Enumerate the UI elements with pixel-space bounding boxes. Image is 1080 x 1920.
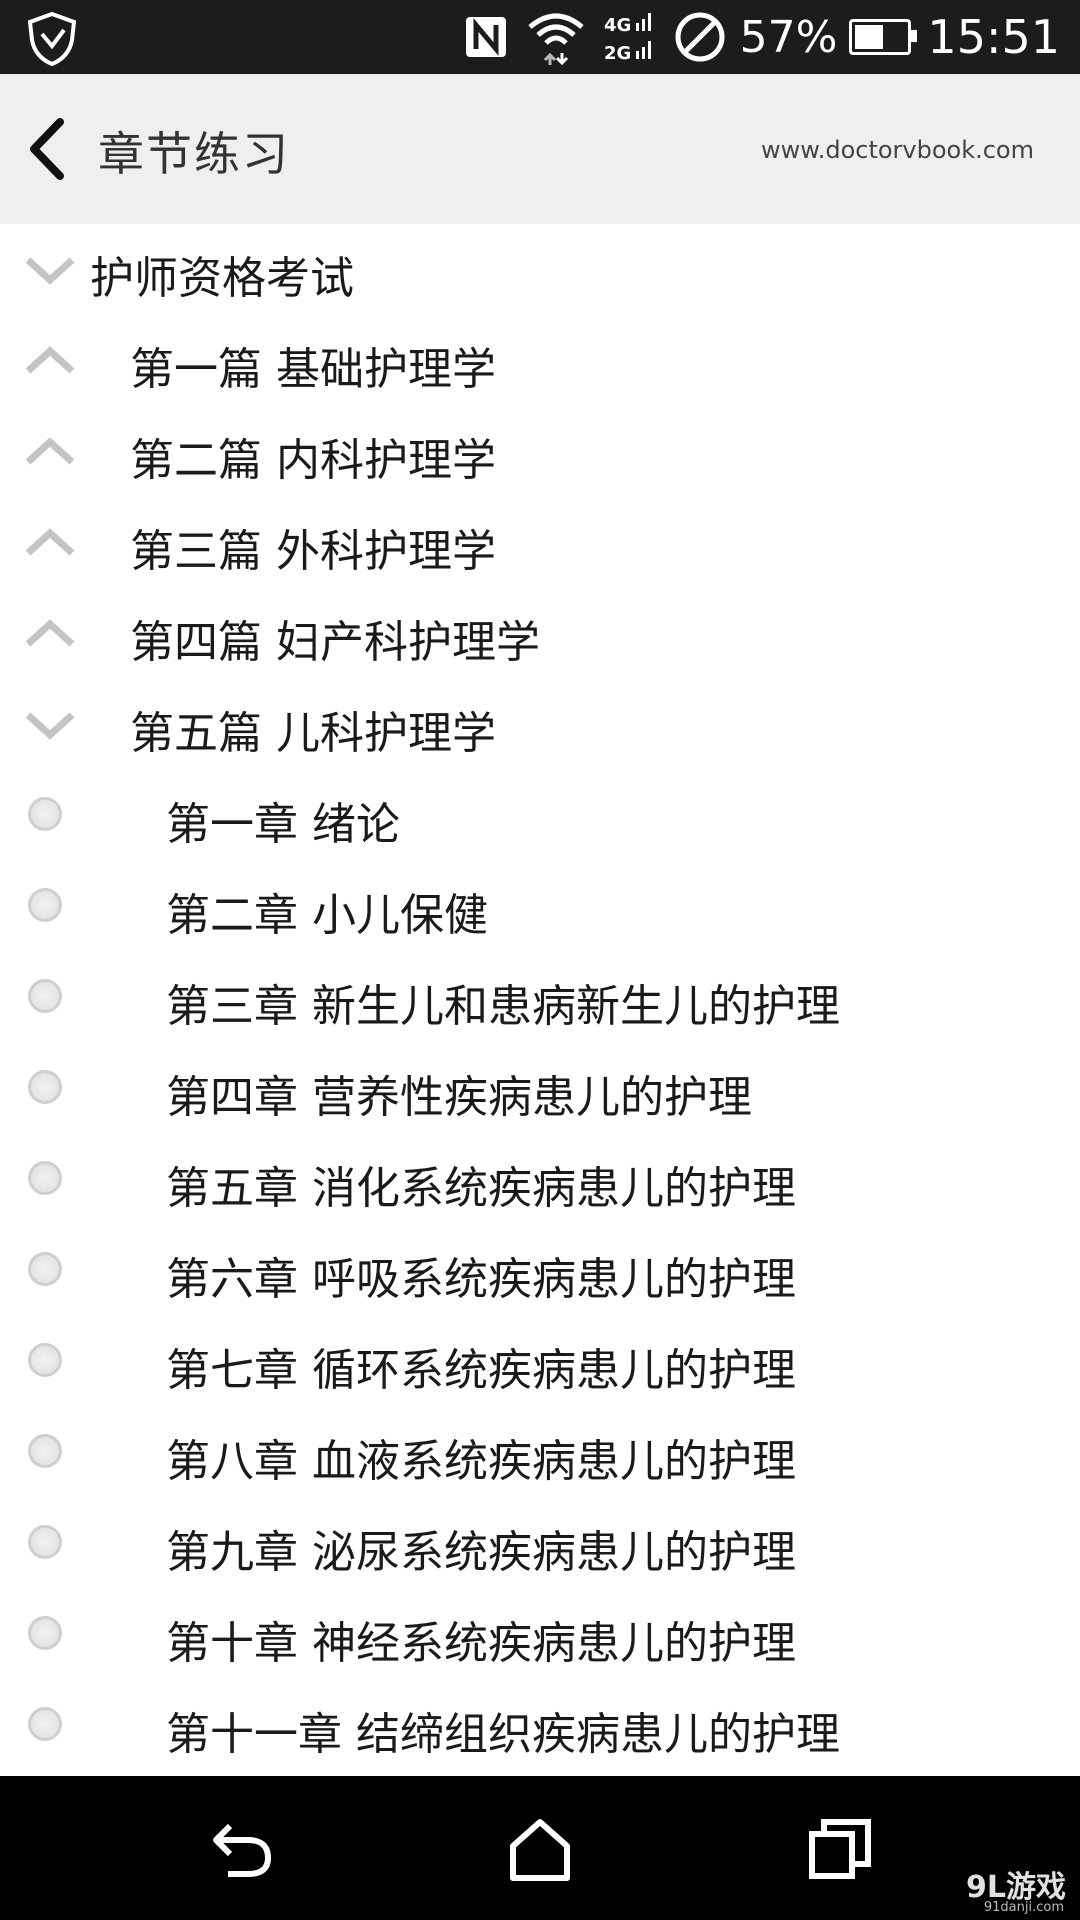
- part-item-label: 第一篇 基础护理学: [130, 344, 496, 395]
- navigation-bar: [0, 1776, 1080, 1920]
- chapter-item[interactable]: 第二章 小儿保健: [0, 861, 1080, 952]
- chapter-item[interactable]: 第九章 泌尿系统疾病患儿的护理: [0, 1498, 1080, 1589]
- radio-circle-icon: [28, 797, 62, 831]
- chevron-down-icon: [25, 712, 75, 740]
- chevron-up-icon: [25, 437, 75, 465]
- battery-icon: [849, 19, 918, 55]
- chapter-item[interactable]: 第四章 营养性疾病患儿的护理: [0, 1043, 1080, 1134]
- radio-circle-icon: [28, 1434, 62, 1468]
- signal-4g-icon: 4G 2G: [604, 9, 656, 65]
- svg-text:2G: 2G: [604, 43, 631, 64]
- chapter-item-label: 第六章 呼吸系统疾病患儿的护理: [166, 1254, 796, 1305]
- chapter-item[interactable]: 第五章 消化系统疾病患儿的护理: [0, 1134, 1080, 1225]
- status-bar: 4G 2G 57% 15:51: [0, 0, 1080, 74]
- do-not-disturb-icon: [674, 11, 726, 63]
- back-icon[interactable]: [208, 1816, 278, 1882]
- chapter-item-label: 第一章 绪论: [166, 799, 400, 850]
- chevron-up-icon: [25, 528, 75, 556]
- chapter-item-label: 第三章 新生儿和患病新生儿的护理: [166, 981, 840, 1032]
- part-item-label: 第二篇 内科护理学: [130, 435, 496, 486]
- radio-circle-icon: [28, 1707, 62, 1741]
- app-header: 章节练习 www.doctorvbook.com: [0, 74, 1080, 224]
- part-item-label: 第四篇 妇产科护理学: [130, 617, 540, 668]
- radio-circle-icon: [28, 1252, 62, 1286]
- chevron-down-icon: [25, 257, 75, 285]
- tree-item-label: 护师资格考试: [90, 253, 354, 304]
- part-item[interactable]: 第一篇 基础护理学: [0, 315, 1080, 406]
- home-icon[interactable]: [505, 1816, 575, 1882]
- wifi-icon: [526, 9, 586, 65]
- chapter-item-label: 第十一章 结缔组织疾病患儿的护理: [166, 1709, 840, 1760]
- battery-percent: 57%: [739, 11, 838, 63]
- svg-text:4G: 4G: [604, 15, 631, 36]
- chapter-item-label: 第七章 循环系统疾病患儿的护理: [166, 1345, 796, 1396]
- chapter-item-label: 第二章 小儿保健: [166, 890, 488, 941]
- chapter-item-label: 第五章 消化系统疾病患儿的护理: [166, 1163, 796, 1214]
- clock: 15:51: [927, 10, 1060, 64]
- radio-circle-icon: [28, 1070, 62, 1104]
- recents-icon[interactable]: [806, 1816, 876, 1882]
- chapter-item[interactable]: 第七章 循环系统疾病患儿的护理: [0, 1316, 1080, 1407]
- website-label: www.doctorvbook.com: [761, 136, 1034, 164]
- page-title: 章节练习: [98, 127, 290, 181]
- nfc-icon: [464, 15, 508, 59]
- radio-circle-icon: [28, 979, 62, 1013]
- part-item-label: 第五篇 儿科护理学: [130, 708, 496, 759]
- chapter-item-label: 第八章 血液系统疾病患儿的护理: [166, 1436, 796, 1487]
- radio-circle-icon: [28, 1343, 62, 1377]
- tree-root-item[interactable]: 护师资格考试: [0, 224, 1080, 315]
- chapter-item[interactable]: 第八章 血液系统疾病患儿的护理: [0, 1407, 1080, 1498]
- radio-circle-icon: [28, 1525, 62, 1559]
- part-item[interactable]: 第三篇 外科护理学: [0, 497, 1080, 588]
- chapter-item[interactable]: 第一章 绪论: [0, 770, 1080, 861]
- part-item[interactable]: 第五篇 儿科护理学: [0, 679, 1080, 770]
- chapter-item-label: 第十章 神经系统疾病患儿的护理: [166, 1618, 796, 1669]
- watermark-url: 91danji.com: [983, 1900, 1064, 1915]
- chapter-item-label: 第九章 泌尿系统疾病患儿的护理: [166, 1527, 796, 1578]
- chapter-tree: 护师资格考试 第一篇 基础护理学 第二篇 内科护理学 第三篇 外科护理学 第四篇…: [0, 224, 1080, 1771]
- chapter-item[interactable]: 第十一章 结缔组织疾病患儿的护理: [0, 1680, 1080, 1771]
- shield-icon: [27, 11, 77, 66]
- chapter-item-label: 第四章 营养性疾病患儿的护理: [166, 1072, 752, 1123]
- part-item[interactable]: 第二篇 内科护理学: [0, 406, 1080, 497]
- chapter-item[interactable]: 第六章 呼吸系统疾病患儿的护理: [0, 1225, 1080, 1316]
- radio-circle-icon: [28, 1161, 62, 1195]
- chevron-up-icon: [25, 346, 75, 374]
- chapter-item[interactable]: 第三章 新生儿和患病新生儿的护理: [0, 952, 1080, 1043]
- part-item[interactable]: 第四篇 妇产科护理学: [0, 588, 1080, 679]
- part-item-label: 第三篇 外科护理学: [130, 526, 496, 577]
- radio-circle-icon: [28, 1616, 62, 1650]
- radio-circle-icon: [28, 888, 62, 922]
- back-arrow-icon[interactable]: [20, 114, 80, 184]
- chapter-item[interactable]: 第十章 神经系统疾病患儿的护理: [0, 1589, 1080, 1680]
- chevron-up-icon: [25, 619, 75, 647]
